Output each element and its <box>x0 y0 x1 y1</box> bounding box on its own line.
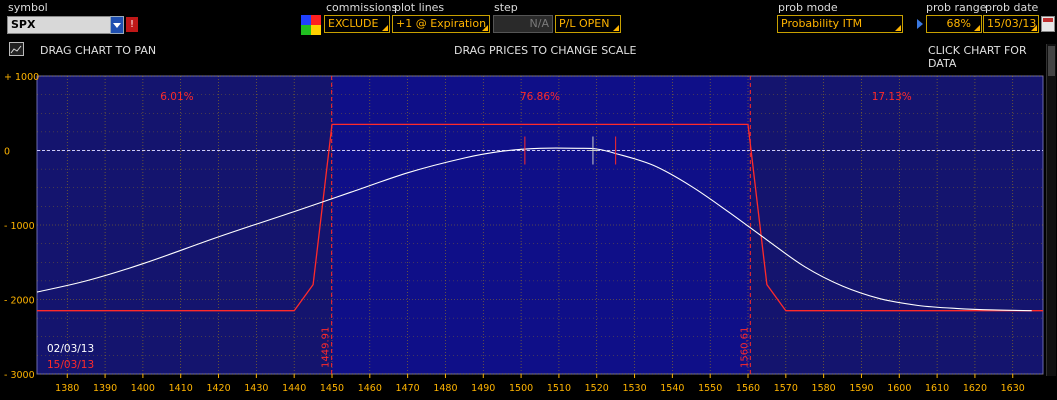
x-tick-label: 1380 <box>55 383 79 394</box>
x-tick-label: 1520 <box>585 383 609 394</box>
x-tick-label: 1610 <box>925 383 949 394</box>
x-axis[interactable]: 1380 1390 1400 1410 1420 1430 1440 1450 1460 1470… <box>55 374 1025 394</box>
chevron-down-icon <box>113 23 121 28</box>
probability-zone-label: 76.86% <box>520 91 560 103</box>
plot-lines-dropdown[interactable]: +1 @ Expiration <box>392 15 490 33</box>
x-tick-label: 1390 <box>93 383 117 394</box>
x-tick-label: 1420 <box>206 383 230 394</box>
breakeven-label: 1560.61 <box>739 327 750 368</box>
breakeven-label: 1449.91 <box>321 327 332 368</box>
pl-open-dropdown[interactable]: P/L OPEN <box>555 15 621 33</box>
probability-zone-label: 6.01% <box>160 91 193 103</box>
x-tick-label: 1560 <box>736 383 760 394</box>
drag-scale-hint: DRAG PRICES TO CHANGE SCALE <box>454 44 637 57</box>
calendar-icon[interactable] <box>1041 16 1055 32</box>
symbol-dropdown-button[interactable] <box>110 16 124 34</box>
x-tick-label: 1400 <box>131 383 155 394</box>
x-tick-label: 1580 <box>812 383 836 394</box>
x-tick-label: 1630 <box>1001 383 1025 394</box>
x-tick-label: 1500 <box>509 383 533 394</box>
prob-range-dropdown[interactable]: 68% <box>926 15 982 33</box>
x-tick-label: 1430 <box>244 383 268 394</box>
y-tick-label: 0 <box>4 147 10 158</box>
legend-date: 02/03/13 <box>47 343 94 355</box>
x-tick-label: 1440 <box>282 383 306 394</box>
step-label: step <box>494 1 518 14</box>
plot-lines-label: plot lines <box>394 1 445 14</box>
vertical-scrollbar[interactable] <box>1046 44 1056 376</box>
y-tick-label: + 1000 <box>4 72 39 83</box>
step-field[interactable]: N/A <box>493 15 553 33</box>
y-axis[interactable]: + 1000 0 - 1000 - 2000 - 3000 <box>4 72 39 381</box>
alert-icon[interactable]: ! <box>126 17 138 32</box>
color-grid-icon[interactable] <box>301 15 321 35</box>
x-tick-label: 1480 <box>433 383 457 394</box>
prob-date-label: prob date <box>985 1 1039 14</box>
play-arrow-icon[interactable] <box>917 19 923 29</box>
prob-mode-dropdown[interactable]: Probability ITM <box>777 15 903 33</box>
x-tick-label: 1460 <box>358 383 382 394</box>
symbol-input[interactable]: SPX <box>7 16 117 34</box>
x-tick-label: 1470 <box>396 383 420 394</box>
y-tick-label: - 3000 <box>4 370 35 381</box>
x-tick-label: 1620 <box>963 383 987 394</box>
y-tick-label: - 2000 <box>4 296 35 307</box>
x-tick-label: 1490 <box>471 383 495 394</box>
chart-image-icon[interactable] <box>9 42 24 56</box>
prob-mode-label: prob mode <box>778 1 838 14</box>
y-tick-label: - 1000 <box>4 221 35 232</box>
x-tick-label: 1550 <box>698 383 722 394</box>
x-tick-label: 1570 <box>774 383 798 394</box>
drag-pan-hint: DRAG CHART TO PAN <box>40 44 157 57</box>
probability-zone-label: 17.13% <box>872 91 912 103</box>
x-tick-label: 1590 <box>849 383 873 394</box>
commissions-label: commissions <box>326 1 398 14</box>
x-tick-label: 1600 <box>887 383 911 394</box>
x-tick-label: 1450 <box>320 383 344 394</box>
symbol-label: symbol <box>8 1 48 14</box>
x-tick-label: 1530 <box>622 383 646 394</box>
x-tick-label: 1510 <box>547 383 571 394</box>
risk-profile-chart[interactable]: 1449.91 1560.61 6.01% 76.86% 17.13% 1380 139… <box>0 66 1046 400</box>
commissions-dropdown[interactable]: EXCLUDE <box>324 15 390 33</box>
prob-range-label: prob range <box>926 1 987 14</box>
x-tick-label: 1540 <box>660 383 684 394</box>
legend-date: 15/03/13 <box>47 359 94 371</box>
x-tick-label: 1410 <box>169 383 193 394</box>
prob-date-dropdown[interactable]: 15/03/13 <box>983 15 1039 33</box>
